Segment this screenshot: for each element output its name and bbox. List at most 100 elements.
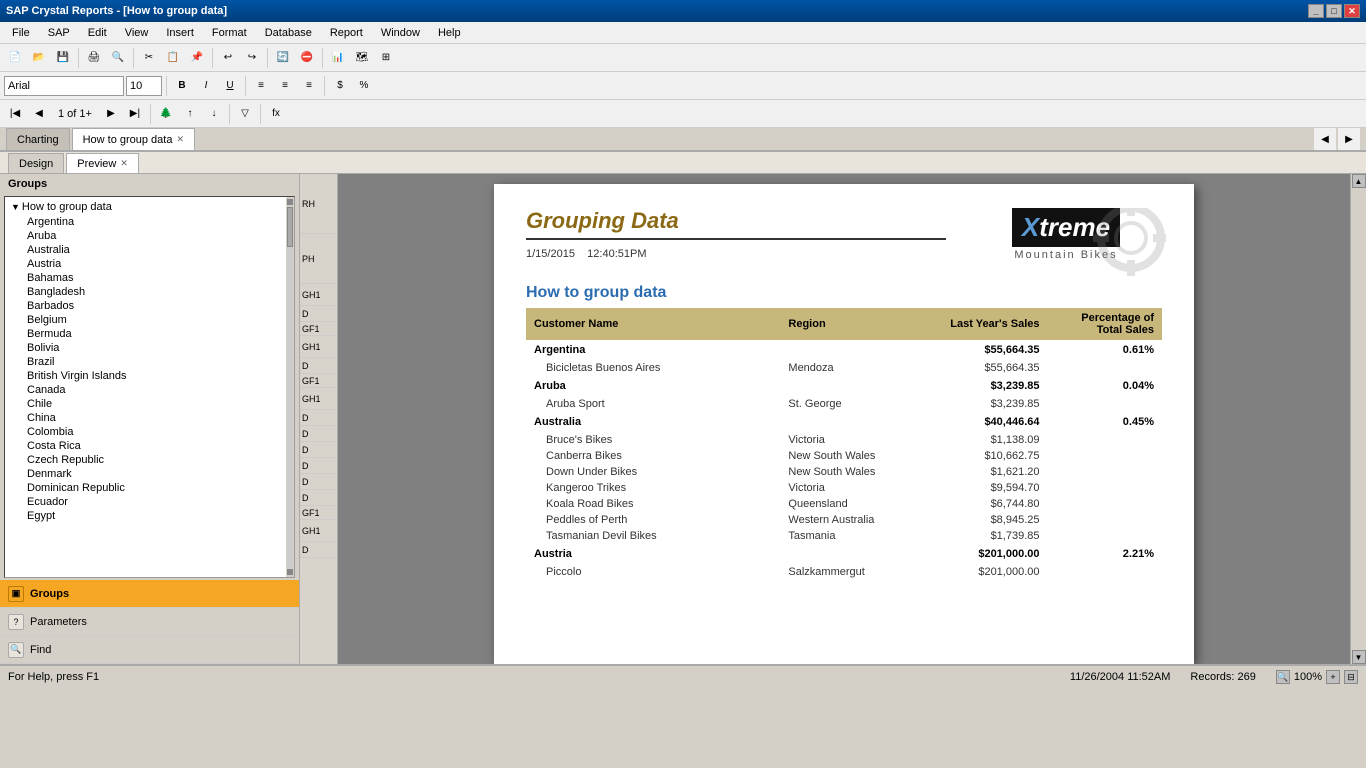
first-page-btn[interactable]: |◀ <box>4 103 26 125</box>
tab-scroll-left[interactable]: ◀ <box>1314 128 1336 150</box>
map-btn[interactable]: 🗺 <box>351 47 373 69</box>
tab-bar: Charting How to group data ✕ ◀ ▶ <box>0 128 1366 152</box>
report-area[interactable]: Grouping Data 1/15/2015 12:40:51PM <box>338 174 1350 664</box>
formula-btn[interactable]: fx <box>265 103 287 125</box>
stop-btn[interactable]: ⛔ <box>296 47 318 69</box>
bold-btn[interactable]: B <box>171 75 193 97</box>
tree-item-colombia[interactable]: Colombia <box>7 425 284 439</box>
menu-edit[interactable]: Edit <box>80 25 115 41</box>
preview-tab-close[interactable]: ✕ <box>120 158 128 169</box>
redo-btn[interactable]: ↪ <box>241 47 263 69</box>
menu-window[interactable]: Window <box>373 25 428 41</box>
tree-item-bahamas[interactable]: Bahamas <box>7 271 284 285</box>
parameters-panel-item[interactable]: ? Parameters <box>0 608 299 636</box>
tree-item-bermuda[interactable]: Bermuda <box>7 327 284 341</box>
align-center-btn[interactable]: ≡ <box>274 75 296 97</box>
design-tab[interactable]: Design <box>8 153 64 173</box>
tree-item-chile[interactable]: Chile <box>7 397 284 411</box>
refresh-btn[interactable]: 🔄 <box>272 47 294 69</box>
print-btn[interactable]: 🖨 <box>83 47 105 69</box>
scroll-down-btn[interactable]: ▼ <box>1352 650 1366 664</box>
percent-btn[interactable]: % <box>353 75 375 97</box>
detail-piccolo: Piccolo Salzkammergut $201,000.00 <box>526 564 1162 580</box>
paste-btn[interactable]: 📌 <box>186 47 208 69</box>
tree-item-czech[interactable]: Czech Republic <box>7 453 284 467</box>
close-button[interactable]: ✕ <box>1344 4 1360 18</box>
tab-how-to-group-close[interactable]: ✕ <box>176 134 184 145</box>
menu-file[interactable]: File <box>4 25 38 41</box>
font-size-input[interactable] <box>126 76 162 96</box>
menu-database[interactable]: Database <box>257 25 320 41</box>
filter-btn[interactable]: ▽ <box>234 103 256 125</box>
italic-btn[interactable]: I <box>195 75 217 97</box>
groups-panel-item[interactable]: ▣ Groups <box>0 580 299 608</box>
open-btn[interactable]: 📂 <box>28 47 50 69</box>
sort-asc-btn[interactable]: ↑ <box>179 103 201 125</box>
last-page-btn[interactable]: ▶| <box>124 103 146 125</box>
zoom-out-btn[interactable]: 🔍 <box>1276 670 1290 684</box>
zoom-in-btn[interactable]: + <box>1326 670 1340 684</box>
minimize-button[interactable]: _ <box>1308 4 1324 18</box>
tree-item-denmark[interactable]: Denmark <box>7 467 284 481</box>
tree-item-belgium[interactable]: Belgium <box>7 313 284 327</box>
save-btn[interactable]: 💾 <box>52 47 74 69</box>
currency-btn[interactable]: $ <box>329 75 351 97</box>
underline-btn[interactable]: U <box>219 75 241 97</box>
tree-scrollbar[interactable] <box>286 197 294 577</box>
group-tree-btn[interactable]: 🌲 <box>155 103 177 125</box>
tree-item-brazil[interactable]: Brazil <box>7 355 284 369</box>
align-left-btn[interactable]: ≡ <box>250 75 272 97</box>
scroll-down-arrow[interactable] <box>287 569 293 575</box>
tree-item-british-virgin[interactable]: British Virgin Islands <box>7 369 284 383</box>
tree-item-aruba[interactable]: Aruba <box>7 229 284 243</box>
chart-btn[interactable]: 📊 <box>327 47 349 69</box>
font-family-input[interactable] <box>4 76 124 96</box>
scroll-thumb[interactable] <box>287 207 293 247</box>
scroll-up-btn[interactable]: ▲ <box>1352 174 1366 188</box>
cut-btn[interactable]: ✂ <box>138 47 160 69</box>
new-btn[interactable]: 📄 <box>4 47 26 69</box>
menu-sap[interactable]: SAP <box>40 25 78 41</box>
menu-view[interactable]: View <box>117 25 157 41</box>
tree-item-bangladesh[interactable]: Bangladesh <box>7 285 284 299</box>
scroll-track-area[interactable] <box>1352 188 1366 650</box>
prev-page-btn[interactable]: ◀ <box>28 103 50 125</box>
group-australia-pct: 0.45% <box>1048 412 1163 432</box>
cross-tab-btn[interactable]: ⊞ <box>375 47 397 69</box>
col-pct: Percentage of Total Sales <box>1048 308 1163 340</box>
tree-item-bolivia[interactable]: Bolivia <box>7 341 284 355</box>
tree-item-ecuador[interactable]: Ecuador <box>7 495 284 509</box>
find-panel-item[interactable]: 🔍 Find <box>0 636 299 664</box>
tree-item-argentina[interactable]: Argentina <box>7 215 284 229</box>
tab-charting[interactable]: Charting <box>6 128 70 150</box>
tree-item-egypt[interactable]: Egypt <box>7 509 284 523</box>
maximize-button[interactable]: □ <box>1326 4 1342 18</box>
menu-insert[interactable]: Insert <box>158 25 202 41</box>
tree-item-dominican[interactable]: Dominican Republic <box>7 481 284 495</box>
tree-item-australia[interactable]: Australia <box>7 243 284 257</box>
next-page-btn[interactable]: ▶ <box>100 103 122 125</box>
tree-item-costa-rica[interactable]: Costa Rica <box>7 439 284 453</box>
copy-btn[interactable]: 📋 <box>162 47 184 69</box>
tree-item-china[interactable]: China <box>7 411 284 425</box>
sort-desc-btn[interactable]: ↓ <box>203 103 225 125</box>
tab-scroll-right[interactable]: ▶ <box>1338 128 1360 150</box>
zoom-fit-btn[interactable]: ⊟ <box>1344 670 1358 684</box>
menu-format[interactable]: Format <box>204 25 255 41</box>
groups-tree[interactable]: ▼ How to group data Argentina Aruba Aust… <box>5 197 286 577</box>
groups-panel-icon: ▣ <box>8 586 24 602</box>
scroll-up-arrow[interactable] <box>287 199 293 205</box>
tab-how-to-group[interactable]: How to group data ✕ <box>72 128 195 150</box>
print-preview-btn[interactable]: 🔍 <box>107 47 129 69</box>
main-scrollbar[interactable]: ▲ ▼ <box>1350 174 1366 664</box>
menu-report[interactable]: Report <box>322 25 371 41</box>
group-aruba-region <box>780 376 920 396</box>
undo-btn[interactable]: ↩ <box>217 47 239 69</box>
tree-item-barbados[interactable]: Barbados <box>7 299 284 313</box>
tree-item-austria[interactable]: Austria <box>7 257 284 271</box>
tree-item-canada[interactable]: Canada <box>7 383 284 397</box>
menu-help[interactable]: Help <box>430 25 469 41</box>
align-right-btn[interactable]: ≡ <box>298 75 320 97</box>
preview-tab[interactable]: Preview ✕ <box>66 153 139 173</box>
tree-root-item[interactable]: ▼ How to group data <box>7 199 284 215</box>
